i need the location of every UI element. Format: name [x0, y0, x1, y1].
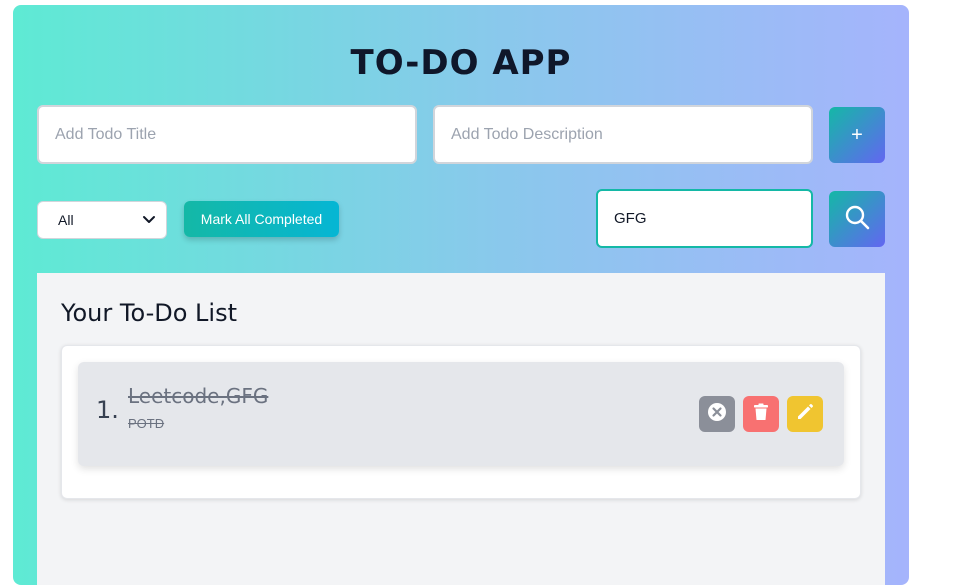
todo-description: POTD: [128, 416, 165, 431]
filter-selected-value: All: [58, 212, 74, 228]
mark-incomplete-button[interactable]: [699, 396, 735, 432]
todo-title: Leetcode,GFG: [128, 384, 269, 408]
filter-select[interactable]: All: [37, 201, 167, 239]
app-title: TO-DO APP: [350, 43, 572, 83]
add-todo-button[interactable]: +: [829, 107, 885, 163]
list-heading: Your To-Do List: [61, 299, 237, 327]
todo-title-input[interactable]: [37, 105, 417, 164]
add-button-label: +: [851, 123, 863, 146]
todo-description-input[interactable]: [433, 105, 813, 164]
mark-all-completed-button[interactable]: Mark All Completed: [184, 201, 339, 237]
todo-number: 1.: [96, 396, 119, 424]
todo-list-panel: Your To-Do List 1. Leetcode,GFG POTD: [37, 273, 885, 585]
list-item: 1. Leetcode,GFG POTD: [78, 362, 844, 466]
x-circle-icon: [707, 402, 727, 427]
search-input[interactable]: [596, 189, 813, 248]
todo-list: 1. Leetcode,GFG POTD: [61, 345, 861, 499]
chevron-down-icon: [142, 212, 156, 229]
delete-todo-button[interactable]: [743, 396, 779, 432]
search-icon: [843, 203, 871, 236]
trash-icon: [753, 403, 769, 426]
search-button[interactable]: [829, 191, 885, 247]
edit-todo-button[interactable]: [787, 396, 823, 432]
app-card: TO-DO APP + All Mark All Completed Your …: [13, 5, 909, 585]
pencil-icon: [796, 403, 814, 426]
